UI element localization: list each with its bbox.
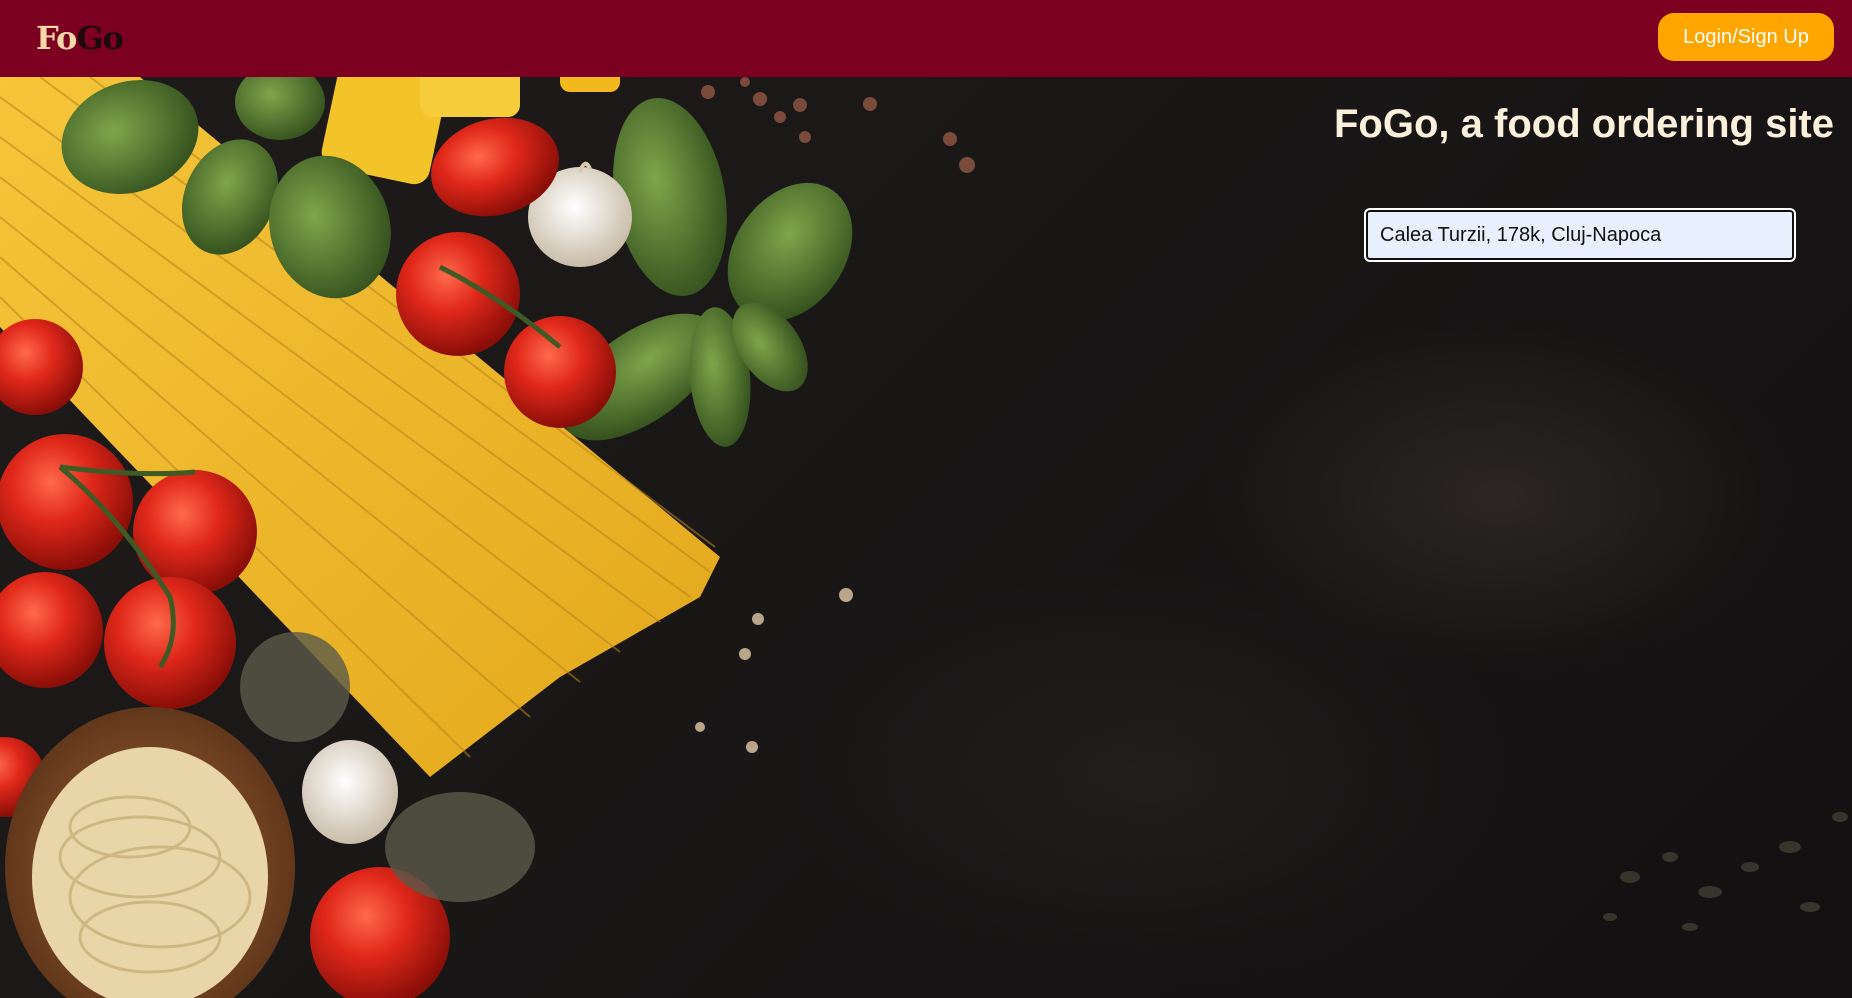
address-input[interactable] [1364, 208, 1796, 262]
top-navbar: FoGo Login/Sign Up [0, 0, 1852, 77]
logo-part-fo: Fo [36, 19, 77, 57]
scattered-herbs-right [1603, 812, 1848, 931]
food-background-image [0, 77, 975, 998]
logo[interactable]: FoGo [36, 18, 124, 58]
hero-title: FoGo, a food ordering site [1334, 102, 1834, 146]
hero-section: FoGo, a food ordering site [0, 77, 1852, 998]
login-signup-button[interactable]: Login/Sign Up [1658, 13, 1834, 61]
logo-part-go: Go [76, 19, 124, 57]
pasta-bowl [5, 707, 295, 998]
